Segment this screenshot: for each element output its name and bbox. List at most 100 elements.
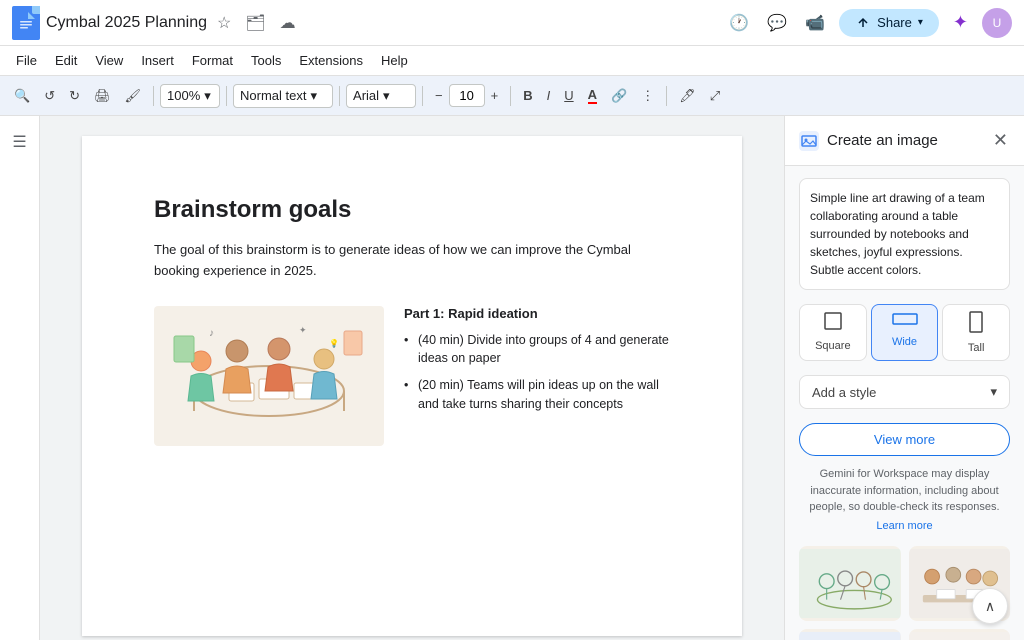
undo-button[interactable]: ↺: [38, 84, 61, 108]
menu-format[interactable]: Format: [184, 50, 241, 71]
font-chevron: ▾: [383, 88, 390, 104]
doc-right: Part 1: Rapid ideation (40 min) Divide i…: [404, 306, 670, 422]
doc-page: Brainstorm goals The goal of this brains…: [82, 136, 742, 636]
sparkle-button[interactable]: ✦: [949, 8, 972, 37]
search-button[interactable]: 🔍: [8, 84, 36, 108]
shape-wide-button[interactable]: Wide: [871, 304, 939, 361]
gen-image-4-svg: [909, 629, 1011, 640]
doc-area[interactable]: Brainstorm goals The goal of this brains…: [40, 116, 784, 640]
shape-square-button[interactable]: Square: [799, 304, 867, 361]
more-icon: ⋮: [641, 88, 654, 104]
menu-edit[interactable]: Edit: [47, 50, 85, 71]
italic-button[interactable]: I: [541, 84, 557, 107]
text-color-icon: A: [588, 87, 597, 104]
menu-file[interactable]: File: [8, 50, 45, 71]
panel-title-row: Create an image: [799, 131, 938, 151]
search-icon: 🔍: [14, 88, 30, 104]
separator-4: [422, 86, 423, 106]
disclaimer-text: Gemini for Workspace may display inaccur…: [799, 466, 1010, 516]
menu-insert[interactable]: Insert: [133, 50, 182, 71]
bullet-2: (20 min) Teams will pin ideas up on the …: [404, 376, 670, 414]
font-size-increase-button[interactable]: +: [485, 84, 505, 107]
bullet-1: (40 min) Divide into groups of 4 and gen…: [404, 331, 670, 369]
videocam-button[interactable]: 📹: [801, 9, 829, 37]
panel-body: Simple line art drawing of a team collab…: [785, 166, 1024, 640]
print-icon: 🖨: [94, 88, 111, 104]
sidebar-left: ☰: [0, 116, 40, 640]
cloud-button[interactable]: ☁: [276, 9, 300, 37]
separator-1: [153, 86, 154, 106]
view-more-button[interactable]: View more: [799, 423, 1010, 456]
separator-5: [510, 86, 511, 106]
style-dropdown[interactable]: Add a style ▾: [799, 375, 1010, 409]
generated-image-1[interactable]: [799, 546, 901, 621]
generated-image-4[interactable]: [909, 629, 1011, 640]
style-select[interactable]: Normal text ▾: [233, 84, 333, 108]
gen-image-3-svg: [799, 629, 901, 640]
comment-button[interactable]: 💬: [763, 9, 791, 37]
panel-image-icon: [799, 131, 819, 151]
svg-text:♪: ♪: [209, 328, 214, 339]
svg-text:💡: 💡: [329, 338, 339, 348]
main-layout: ☰ Brainstorm goals The goal of this brai…: [0, 116, 1024, 640]
zoom-value: 100%: [167, 88, 200, 103]
separator-6: [666, 86, 667, 106]
topbar: Cymbal 2025 Planning ☆ 🗂 ☁ 🕐 💬 📹 Share ▾…: [0, 0, 1024, 46]
font-select[interactable]: Arial ▾: [346, 84, 416, 108]
bold-icon: B: [523, 88, 532, 103]
scroll-up-icon: ∧: [985, 598, 995, 615]
history-button[interactable]: 🕐: [725, 9, 753, 37]
share-label: Share: [877, 15, 912, 30]
title-icons: ☆ 🗂 ☁: [213, 9, 300, 37]
menu-help[interactable]: Help: [373, 50, 416, 71]
learn-more-link[interactable]: Learn more: [799, 520, 1010, 532]
topbar-right: 🕐 💬 📹 Share ▾ ✦ U: [725, 8, 1012, 38]
shape-tall-button[interactable]: Tall: [942, 304, 1010, 361]
menu-extensions[interactable]: Extensions: [291, 50, 371, 71]
expand-icon: ⤢: [710, 88, 720, 104]
zoom-select[interactable]: 100% ▾: [160, 84, 220, 108]
scroll-up-button[interactable]: ∧: [972, 588, 1008, 624]
panel-header: Create an image ✕: [785, 116, 1024, 166]
right-panel: Create an image ✕ Simple line art drawin…: [784, 116, 1024, 640]
menu-view[interactable]: View: [87, 50, 131, 71]
redo-icon: ↻: [69, 88, 80, 104]
avatar: U: [982, 8, 1012, 38]
expand-button[interactable]: ⤢: [704, 84, 726, 108]
doc-paragraph: The goal of this brainstorm is to genera…: [154, 240, 670, 282]
menu-toggle-button[interactable]: ☰: [8, 128, 30, 156]
italic-icon: I: [547, 88, 551, 103]
share-button[interactable]: Share ▾: [839, 9, 939, 37]
prompt-box: Simple line art drawing of a team collab…: [799, 178, 1010, 290]
style-chevron-icon: ▾: [990, 384, 997, 400]
redo-button[interactable]: ↻: [63, 84, 86, 108]
generated-image-3[interactable]: [799, 629, 901, 640]
folder-button[interactable]: 🗂: [241, 9, 269, 37]
menu-tools[interactable]: Tools: [243, 50, 289, 71]
link-button[interactable]: 🔗: [605, 84, 633, 108]
svg-text:✦: ✦: [299, 325, 307, 335]
shape-selector: Square Wide Tall: [799, 304, 1010, 361]
print-button[interactable]: 🖨: [88, 84, 117, 108]
separator-3: [339, 86, 340, 106]
style-value: Normal text: [240, 88, 306, 103]
text-color-button[interactable]: A: [582, 83, 603, 108]
star-button[interactable]: ☆: [213, 9, 235, 37]
font-size-value[interactable]: 10: [449, 84, 485, 107]
style-chevron: ▾: [311, 88, 318, 104]
view-more-label: View more: [874, 432, 935, 447]
paintformat-button[interactable]: 🖌: [119, 84, 148, 108]
highlight-button[interactable]: 🖊: [673, 84, 702, 108]
doc-image: ♪ ✦ 💡: [154, 306, 384, 446]
shape-tall-label: Tall: [968, 342, 985, 354]
wide-shape-icon: [892, 311, 918, 332]
menubar: File Edit View Insert Format Tools Exten…: [0, 46, 1024, 76]
square-shape-icon: [823, 311, 843, 336]
bullet-list: (40 min) Divide into groups of 4 and gen…: [404, 331, 670, 414]
panel-close-button[interactable]: ✕: [991, 128, 1010, 153]
underline-button[interactable]: U: [558, 84, 579, 107]
bold-button[interactable]: B: [517, 84, 538, 107]
topbar-left: Cymbal 2025 Planning ☆ 🗂 ☁: [12, 6, 717, 40]
more-button[interactable]: ⋮: [635, 84, 660, 108]
font-size-decrease-button[interactable]: −: [429, 84, 449, 107]
